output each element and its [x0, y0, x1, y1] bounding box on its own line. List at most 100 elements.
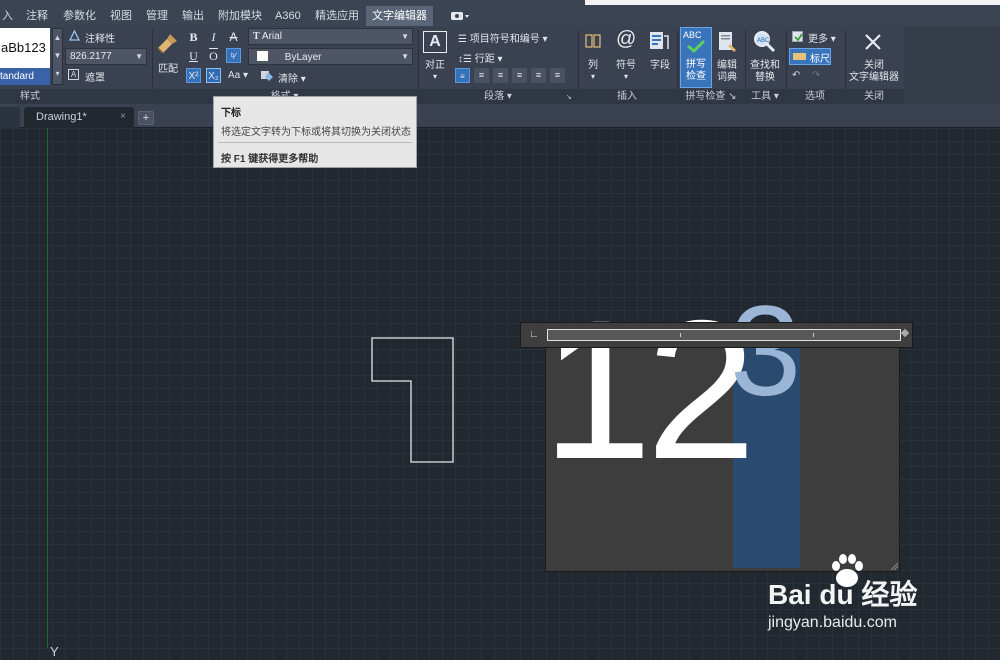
- stack-button[interactable]: ᵇ⁄: [226, 48, 241, 63]
- chevron-down-icon[interactable]: ▼: [135, 49, 143, 64]
- spell-check-label-line2: 检查: [686, 71, 706, 82]
- panel-title-spell-text: 拼写检查: [685, 91, 726, 102]
- tab-addins[interactable]: 附加模块: [218, 6, 262, 26]
- tooltip-description: 将选定文字转为下标或将其切换为关闭状态: [221, 127, 411, 138]
- bullets-button[interactable]: ☰ 项目符号和编号 ▾: [458, 30, 548, 45]
- subscript-button[interactable]: X₂: [206, 68, 221, 83]
- chevron-down-icon[interactable]: ▾: [420, 71, 450, 83]
- scroll-up-icon[interactable]: ▲: [53, 29, 62, 47]
- ribbon-tab-bar: 入 注释 参数化 视图 管理 输出 附加模块 A360 精选应用 文字编辑器: [0, 6, 1000, 26]
- ruler-tick: [813, 333, 814, 337]
- tab-output[interactable]: 输出: [182, 6, 204, 26]
- color-select[interactable]: ByLayer ▼: [248, 48, 413, 65]
- new-tab-button[interactable]: +: [138, 111, 154, 125]
- tab-a360[interactable]: A360: [275, 6, 301, 26]
- tab-insert[interactable]: 入: [2, 6, 13, 26]
- align-left-icon[interactable]: ≡: [474, 68, 489, 83]
- tab-parametric[interactable]: 参数化: [63, 6, 96, 26]
- justification-icon[interactable]: A: [423, 31, 447, 53]
- annotative-icon: [69, 30, 80, 41]
- find-replace-line2: 替换: [755, 72, 775, 83]
- panel-title-tools-text: 工具: [751, 91, 772, 102]
- tab-annotate[interactable]: 注释: [26, 6, 48, 26]
- ruler-bar[interactable]: [547, 329, 901, 341]
- font-select[interactable]: T Arial ▼: [248, 28, 413, 45]
- style-scroll-buttons[interactable]: ▲ ▼ ▾: [52, 28, 63, 85]
- ruler-toggle-button[interactable]: 标尺: [789, 48, 831, 65]
- style-name-selected[interactable]: tandard: [0, 68, 50, 85]
- strikethrough-button[interactable]: A: [226, 30, 241, 45]
- edit-dictionaries-label[interactable]: 编辑 词典: [713, 60, 741, 84]
- line-spacing-button[interactable]: ↕☰ 行距 ▾: [458, 50, 503, 65]
- field-label[interactable]: 字段: [646, 60, 674, 72]
- tab-text-editor[interactable]: 文字编辑器: [366, 6, 433, 26]
- digit-one-outline[interactable]: [370, 336, 456, 466]
- ucs-y-axis: [47, 128, 48, 648]
- find-replace-icon[interactable]: ABC: [751, 29, 777, 55]
- text-height-field[interactable]: 826.2177 ▼: [65, 48, 147, 65]
- field-icon[interactable]: [648, 30, 670, 52]
- edit-dictionaries-line1: 编辑: [717, 60, 737, 71]
- tab-stop-icon[interactable]: ∟: [529, 329, 539, 340]
- redo-icon[interactable]: ↷: [812, 70, 820, 81]
- expand-icon[interactable]: ▾: [53, 65, 62, 83]
- editor-ruler[interactable]: ∟: [520, 322, 913, 348]
- ribbon-empty-area: [904, 26, 1000, 104]
- file-tab-drawing1[interactable]: Drawing1* ×: [24, 107, 134, 128]
- chevron-down-icon[interactable]: ▼: [401, 29, 409, 44]
- clear-button[interactable]: 清除 ▾: [278, 70, 306, 85]
- panel-title-close: 关闭: [845, 89, 903, 104]
- resize-grip-icon[interactable]: [890, 562, 899, 571]
- separator: [786, 30, 787, 98]
- style-preview[interactable]: aBb123: [0, 28, 50, 68]
- tab-view[interactable]: 视图: [110, 6, 132, 26]
- mask-icon: A: [68, 69, 79, 80]
- align-right-icon[interactable]: ≡: [512, 68, 527, 83]
- italic-button[interactable]: I: [206, 30, 221, 45]
- align-default-icon[interactable]: ≡: [455, 68, 470, 83]
- close-tab-icon[interactable]: ×: [120, 107, 126, 127]
- match-label[interactable]: 匹配: [158, 60, 178, 75]
- close-icon[interactable]: [863, 32, 883, 52]
- chevron-down-icon[interactable]: ▾: [582, 71, 604, 83]
- at-symbol-icon[interactable]: @: [616, 28, 636, 51]
- check-icon: [794, 33, 803, 42]
- panel-title-style: 样式: [0, 89, 60, 104]
- ruler-tick: [680, 333, 681, 337]
- close-text-editor-button[interactable]: 关闭 文字编辑器: [846, 60, 902, 84]
- columns-icon[interactable]: [584, 32, 602, 50]
- bold-button[interactable]: B: [186, 30, 201, 45]
- find-replace-label[interactable]: 查找和 替换: [747, 60, 783, 84]
- superscript-button[interactable]: X²: [186, 68, 201, 83]
- chevron-down-icon[interactable]: ▾: [612, 71, 640, 83]
- edit-dictionaries-icon[interactable]: [716, 30, 738, 54]
- workspace-toggle-icon[interactable]: [448, 10, 470, 22]
- distribute-icon[interactable]: ≡: [550, 68, 565, 83]
- mask-label[interactable]: 遮罩: [85, 69, 105, 84]
- separator: [677, 30, 678, 98]
- change-case-button[interactable]: Aa ▾: [228, 70, 248, 81]
- editor-superscript-text: 3: [730, 280, 802, 423]
- justify-icon[interactable]: ≡: [531, 68, 546, 83]
- font-value: Arial: [261, 31, 282, 42]
- tooltip-title: 下标: [221, 108, 241, 119]
- tab-manage[interactable]: 管理: [146, 6, 168, 26]
- dialog-launcher-icon[interactable]: ↘: [566, 93, 572, 101]
- annotative-label[interactable]: 注释性: [85, 30, 115, 45]
- start-tab[interactable]: [0, 107, 20, 128]
- underline-button[interactable]: U: [186, 49, 201, 64]
- scroll-down-icon[interactable]: ▼: [53, 47, 62, 65]
- undo-icon[interactable]: ↶: [792, 70, 800, 81]
- close-label-line2: 文字编辑器: [849, 72, 899, 83]
- ruler-resize-handle-icon[interactable]: [900, 328, 910, 338]
- watermark-url: jingyan.baidu.com: [768, 614, 897, 631]
- more-button[interactable]: 更多 ▾: [808, 30, 836, 45]
- tab-featured-apps[interactable]: 精选应用: [315, 6, 359, 26]
- overline-button[interactable]: O: [206, 49, 221, 64]
- spell-check-button[interactable]: ABC 拼写 检查: [680, 27, 712, 88]
- match-properties-icon[interactable]: [156, 31, 180, 55]
- align-center-icon[interactable]: ≡: [493, 68, 508, 83]
- separator: [152, 30, 153, 98]
- chevron-down-icon[interactable]: ▼: [401, 49, 409, 64]
- panel-title-insert: 插入: [578, 89, 676, 104]
